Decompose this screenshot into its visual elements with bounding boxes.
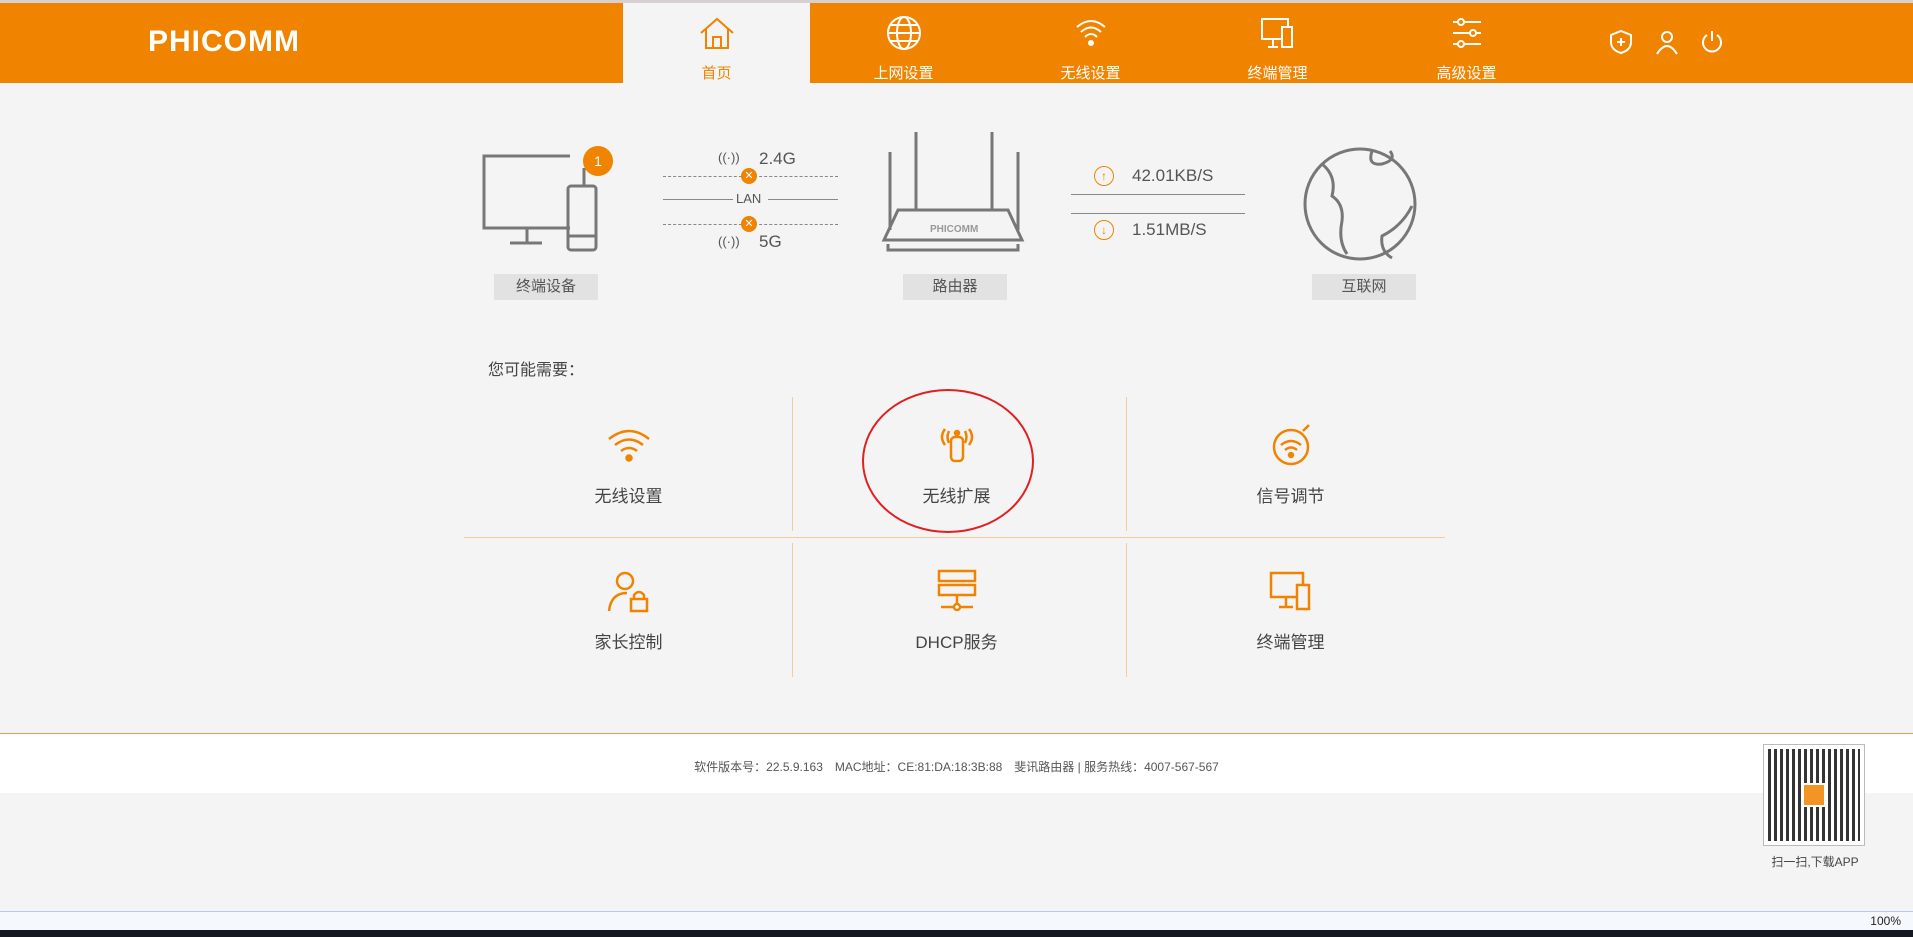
tab-advanced-settings[interactable]: 高级设置 [1373,3,1560,83]
router-illustration [880,130,1025,260]
wifi-5-icon: ((·)) [718,234,740,249]
upload-arrow-icon: ↑ [1094,166,1114,186]
band-24-label: 2.4G [759,149,796,169]
signal-adjust-icon [1267,421,1315,469]
qr-caption: 扫一扫,下载APP [1740,853,1890,870]
app-qr-code [1763,744,1865,846]
shortcut-wireless-extend[interactable]: 无线扩展 [793,397,1120,531]
firmware-version: 软件版本号：22.5.9.163 [694,760,823,774]
brand-hotline: 斐讯路由器 | 服务热线：4007-567-567 [1014,760,1219,774]
home-icon [697,15,737,51]
zoom-level[interactable]: 100% [1870,914,1901,928]
devices-icon [1267,567,1315,615]
devices-icon [1258,15,1298,51]
shortcut-dhcp[interactable]: DHCP服务 [793,543,1120,677]
header-bar: PHICOMM 首页 上网设置 无线设置 终端管理 高级设置 [0,3,1913,83]
shortcut-device-management[interactable]: 终端管理 [1127,543,1454,677]
shortcut-label: 终端管理 [1127,628,1454,653]
browser-status-bar: 100% [0,911,1913,930]
band-5-disconnected-icon: ✕ [741,216,757,232]
parental-control-icon [605,567,653,615]
suggestions-title: 您可能需要： [488,356,584,380]
lan-line-left [663,199,733,200]
shortcut-signal-adjust[interactable]: 信号调节 [1127,397,1454,531]
wifi-24-icon: ((·)) [718,150,740,165]
tab-label: 终端管理 [1184,62,1371,83]
tab-label: 高级设置 [1373,62,1560,83]
tab-internet-settings[interactable]: 上网设置 [810,3,997,83]
divider [464,537,1445,538]
globe-icon [884,15,924,51]
tab-device-management[interactable]: 终端管理 [1184,3,1371,83]
lan-label: LAN [736,191,761,206]
power-icon[interactable] [1699,29,1725,55]
shortcut-parental-control[interactable]: 家长控制 [465,543,792,677]
tab-label: 首页 [623,62,810,83]
shield-icon[interactable] [1608,29,1634,55]
dhcp-server-icon [933,567,981,615]
shortcut-wireless-settings[interactable]: 无线设置 [465,397,792,531]
footer: 软件版本号：22.5.9.163 MAC地址：CE:81:DA:18:3B:88 斐… [0,733,1913,793]
internet-label[interactable]: 互联网 [1312,274,1416,300]
speed-divider-top [1071,194,1245,195]
mac-address: MAC地址：CE:81:DA:18:3B:88 [835,760,1002,774]
tab-label: 上网设置 [810,62,997,83]
phicomm-logo: PHICOMM [148,25,300,59]
shortcut-label: DHCP服务 [793,628,1120,653]
sliders-icon [1447,15,1487,51]
router-label[interactable]: 路由器 [903,274,1007,300]
shortcut-label: 信号调节 [1127,482,1454,507]
band-5-label: 5G [759,232,782,252]
download-arrow-icon: ↓ [1094,220,1114,240]
speed-divider-bottom [1071,213,1245,214]
tab-label: 无线设置 [997,62,1184,83]
shortcut-label: 无线设置 [465,482,792,507]
user-icon[interactable] [1654,29,1680,55]
upload-speed: 42.01KB/S [1132,166,1213,186]
wifi-logo-icon [1802,783,1826,807]
shortcut-label: 家长控制 [465,628,792,653]
band-24-disconnected-icon: ✕ [741,168,757,184]
device-count-badge[interactable]: 1 [583,146,613,176]
wifi-icon [1071,15,1111,51]
devices-label[interactable]: 终端设备 [494,274,598,300]
os-taskbar [0,930,1913,937]
tab-wireless-settings[interactable]: 无线设置 [997,3,1184,83]
tab-home[interactable]: 首页 [623,3,810,83]
lan-line-right [768,199,838,200]
wireless-extend-icon [933,421,981,469]
globe-illustration [1302,146,1418,262]
download-speed: 1.51MB/S [1132,220,1207,240]
router-brand: PHICOMM [930,224,978,235]
shortcut-label: 无线扩展 [793,482,1120,507]
wifi-icon [605,421,653,469]
